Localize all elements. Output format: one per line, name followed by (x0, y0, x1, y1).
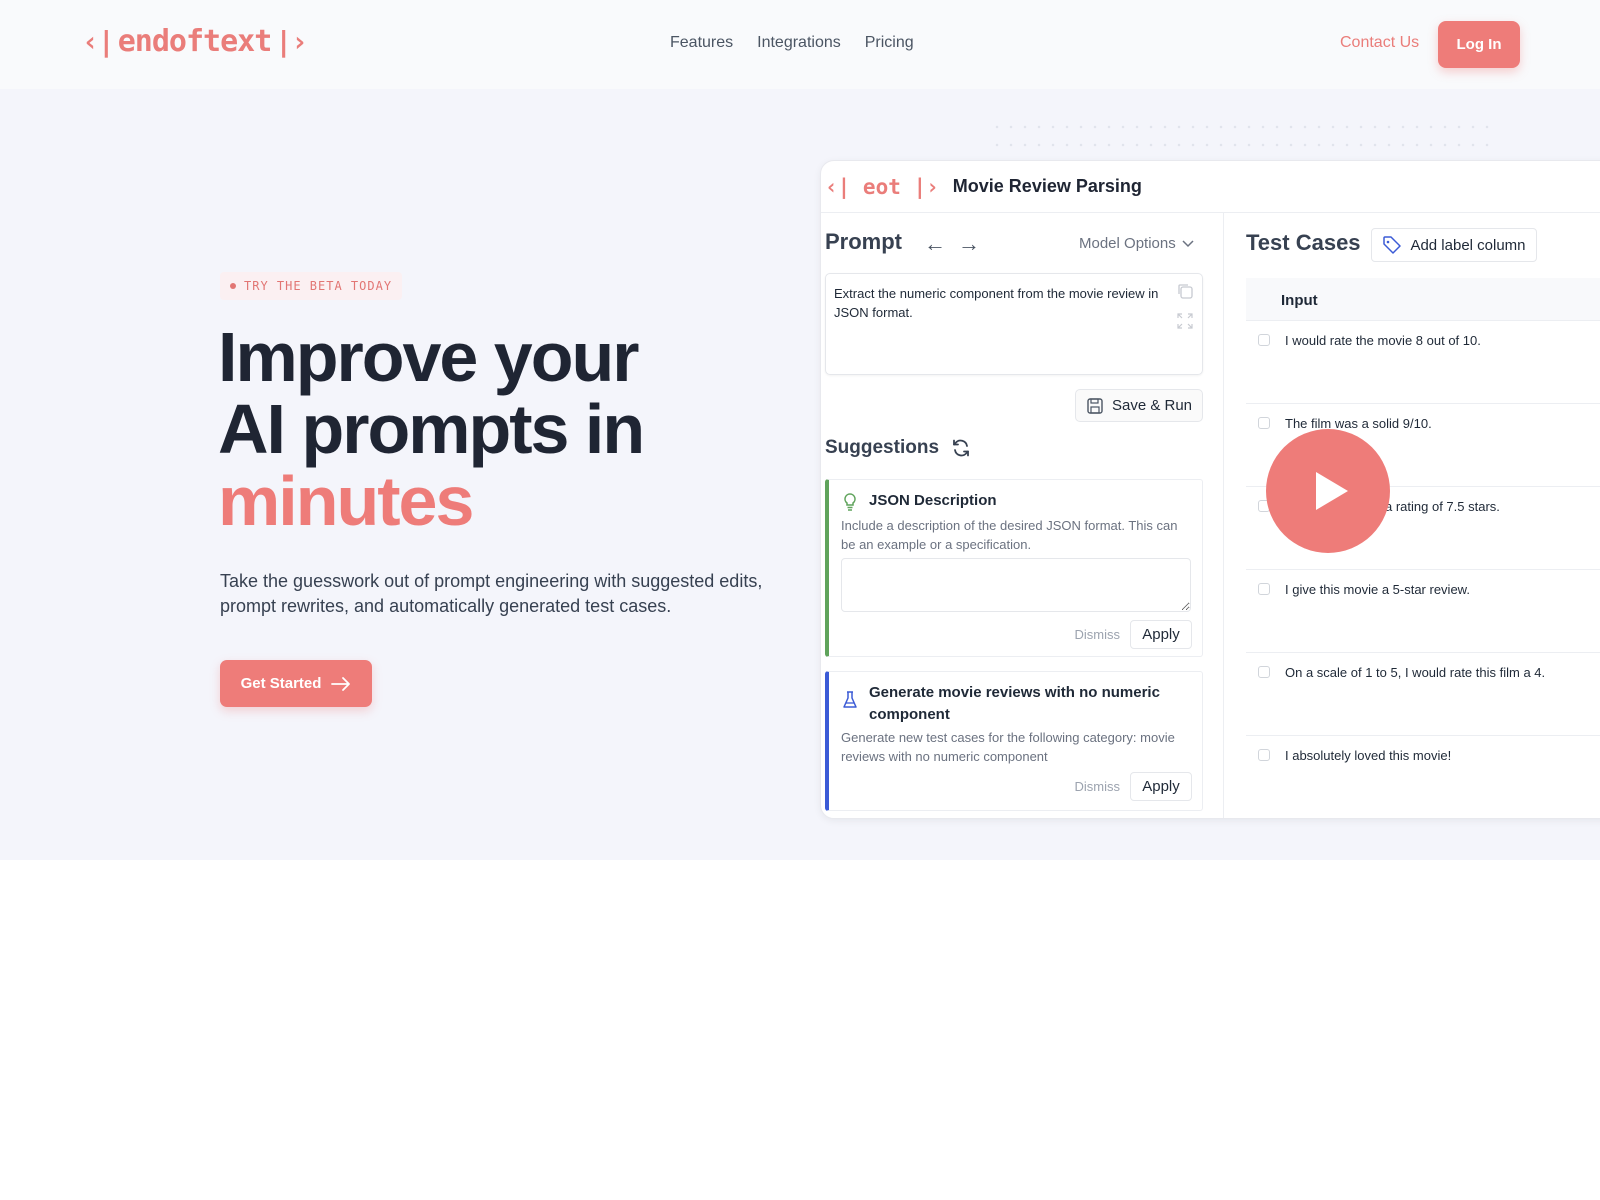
suggestion-header: Generate movie reviews with no numeric c… (841, 682, 1169, 726)
add-label-column-button[interactable]: Add label column (1371, 228, 1537, 262)
refresh-icon[interactable] (951, 438, 971, 458)
suggestion-card-json-description: JSON Description Include a description o… (825, 479, 1203, 657)
suggestion-actions: Dismiss Apply (1075, 620, 1192, 649)
prompt-title: Prompt (825, 229, 902, 254)
suggestion-title: Generate movie reviews with no numeric c… (869, 684, 1160, 723)
logo-right-bracket: |› (275, 25, 308, 58)
apply-button[interactable]: Apply (1130, 772, 1192, 801)
get-started-label: Get Started (240, 675, 322, 692)
hero-section: TRY THE BETA TODAY Improve your AI promp… (0, 89, 1600, 860)
history-nav: ← → (924, 231, 980, 257)
decorative-dot-grid (990, 118, 1490, 158)
chevron-down-icon (1182, 239, 1194, 247)
badge-dot-icon (230, 283, 236, 289)
suggestion-description: Include a description of the desired JSO… (841, 518, 1178, 552)
prompt-textarea[interactable]: Extract the numeric component from the m… (825, 273, 1203, 375)
play-icon (1316, 472, 1348, 510)
row-checkbox[interactable] (1258, 749, 1270, 761)
model-options-dropdown[interactable]: Model Options (1079, 235, 1194, 252)
suggestion-input[interactable] (841, 558, 1191, 612)
hero-subtext: Take the guesswork out of prompt enginee… (220, 571, 763, 616)
logo-text: endoftext (117, 24, 273, 59)
logo[interactable]: ‹| endoftext |› (78, 24, 311, 59)
suggestion-actions: Dismiss Apply (1075, 772, 1192, 801)
beta-badge: TRY THE BETA TODAY (220, 272, 403, 300)
test-case-row: On a scale of 1 to 5, I would rate this … (1246, 653, 1600, 736)
save-and-run-button[interactable]: Save & Run (1075, 389, 1203, 422)
nav-integrations[interactable]: Integrations (757, 34, 841, 52)
apply-button[interactable]: Apply (1130, 620, 1192, 649)
app-topbar: ‹| eot |› Movie Review Parsing (821, 161, 1600, 213)
tag-icon (1383, 236, 1402, 254)
test-cases-title: Test Cases (1246, 230, 1361, 255)
suggestion-description: Generate new test cases for the followin… (841, 730, 1175, 764)
test-case-text: The film was a solid 9/10. (1285, 416, 1432, 431)
app-title: Movie Review Parsing (952, 176, 1142, 196)
get-started-button[interactable]: Get Started (220, 660, 372, 707)
nav-features[interactable]: Features (670, 34, 733, 52)
contact-us-link[interactable]: Contact Us (1340, 34, 1419, 52)
row-checkbox[interactable] (1258, 666, 1270, 678)
prompt-pane: Prompt ← → Model Options Extract the num… (821, 213, 1224, 818)
headline-line-1: Improve your (218, 318, 639, 396)
test-case-row: I give this movie a 5-star review. (1246, 570, 1600, 653)
headline-line-2: AI prompts in (218, 390, 645, 468)
test-case-text: I absolutely loved this movie! (1285, 748, 1452, 763)
arrow-right-icon (331, 676, 351, 691)
save-and-run-label: Save & Run (1111, 397, 1193, 414)
suggestions-title: Suggestions (825, 437, 940, 458)
flask-icon (843, 691, 857, 708)
app-preview: ‹| eot |› Movie Review Parsing Prompt ← … (820, 160, 1600, 819)
hero-headline: Improve your AI prompts in minutes (218, 318, 645, 540)
suggestion-card-generate-reviews: Generate movie reviews with no numeric c… (825, 671, 1203, 811)
model-options-label: Model Options (1079, 235, 1176, 252)
login-button[interactable]: Log In (1438, 21, 1520, 68)
prompt-text: Extract the numeric component from the m… (834, 286, 1159, 320)
nav-pricing[interactable]: Pricing (865, 34, 914, 52)
save-icon (1087, 397, 1103, 414)
app-logo: ‹| eot |› (825, 174, 939, 199)
logo-left-bracket: ‹| (82, 25, 115, 58)
play-video-button[interactable] (1266, 429, 1390, 553)
main-nav: Features Integrations Pricing (670, 34, 914, 52)
badge-text: TRY THE BETA TODAY (244, 279, 393, 293)
column-header-input: Input (1246, 278, 1600, 321)
row-checkbox[interactable] (1258, 417, 1270, 429)
test-case-row: I would rate the movie 8 out of 10. (1246, 321, 1600, 404)
copy-icon[interactable] (1176, 282, 1194, 300)
test-case-row: I absolutely loved this movie! (1246, 736, 1600, 818)
headline-accent: minutes (218, 462, 474, 540)
suggestion-title: JSON Description (869, 492, 997, 509)
test-case-text: On a scale of 1 to 5, I would rate this … (1285, 665, 1546, 680)
dismiss-button[interactable]: Dismiss (1075, 627, 1121, 642)
add-label-column-label: Add label column (1410, 236, 1526, 254)
test-case-text: I would rate the movie 8 out of 10. (1285, 333, 1481, 348)
site-header: ‹| endoftext |› Features Integrations Pr… (0, 0, 1600, 89)
row-checkbox[interactable] (1258, 334, 1270, 346)
dismiss-button[interactable]: Dismiss (1075, 779, 1121, 794)
test-case-text: I give this movie a 5-star review. (1285, 582, 1470, 597)
row-checkbox[interactable] (1258, 583, 1270, 595)
forward-arrow-icon[interactable]: → (958, 231, 980, 257)
expand-icon[interactable] (1176, 312, 1194, 330)
suggestion-header: JSON Description (841, 490, 997, 512)
lightbulb-icon (844, 493, 856, 511)
back-arrow-icon[interactable]: ← (924, 231, 946, 257)
